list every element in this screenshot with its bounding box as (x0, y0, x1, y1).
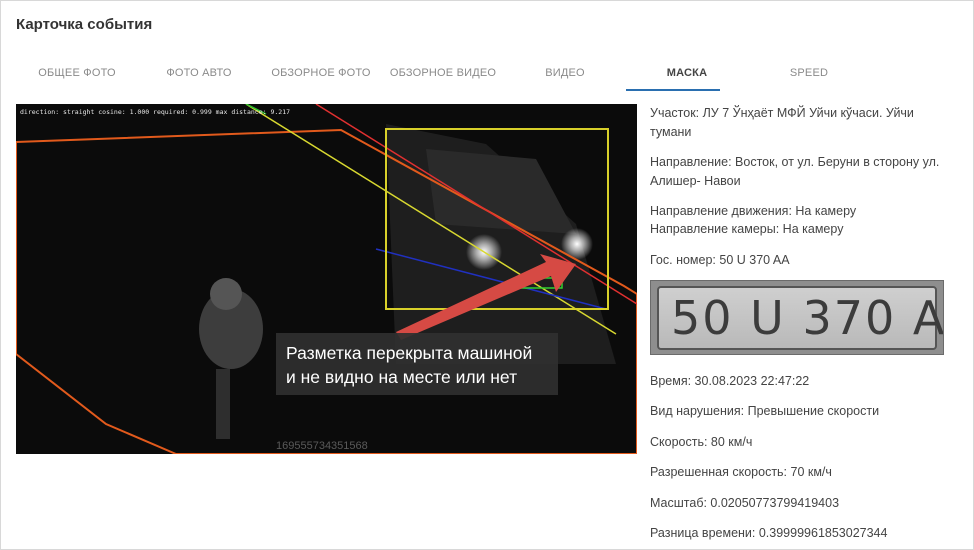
section-line-1: Участок: ЛУ 7 Ўнҳаёт МФЙ Уйчи кўчаси. Уй… (650, 106, 914, 120)
frame-timestamp: 169555734351568 (276, 440, 368, 452)
plate-frame: 50 U 370 AA (657, 286, 943, 350)
camera-direction: Направление камеры: На камеру (650, 222, 844, 236)
section-line-2: тумани (650, 125, 692, 139)
headlight-right (561, 228, 593, 260)
violation-type: Вид нарушения: Превышение скорости (650, 404, 880, 418)
time-difference: Разница времени: 0.39999961853027344 (650, 526, 888, 540)
page-title: Карточка события (16, 16, 153, 33)
active-tab-indicator (626, 89, 720, 91)
speed-value: Скорость: 80 км/ч (650, 435, 753, 449)
plate-image-text: 50 U 370 AA (671, 291, 943, 345)
annotation-callout: Разметка перекрыта машиной и не видно на… (276, 333, 558, 395)
cyclist-legs-shape (216, 369, 230, 439)
direction-line-1: Направление: Восток, от ул. Беруни в сто… (650, 155, 940, 169)
tab-overview-photo[interactable]: ОБЗОРНОЕ ФОТО (262, 56, 380, 90)
scale-value: Масштаб: 0.02050773799419403 (650, 496, 840, 510)
movement-direction: Направление движения: На камеру (650, 204, 857, 218)
plate-number: Гос. номер: 50 U 370 AA (650, 253, 790, 267)
tab-speed[interactable]: SPEED (750, 56, 868, 90)
allowed-speed: Разрешенная скорость: 70 км/ч (650, 465, 832, 479)
callout-line-1: Разметка перекрыта машиной (286, 343, 533, 363)
tab-overview-video[interactable]: ОБЗОРНОЕ ВИДЕО (384, 56, 502, 90)
event-time: Время: 30.08.2023 22:47:22 (650, 374, 810, 388)
tab-car-photo[interactable]: ФОТО АВТО (140, 56, 258, 90)
callout-line-2: и не видно на месте или нет (286, 367, 518, 387)
detection-info-text: direction: straight cosine: 1.000 requir… (20, 108, 291, 116)
tab-video[interactable]: ВИДЕО (506, 56, 624, 90)
mask-photo: direction: straight cosine: 1.000 requir… (16, 104, 637, 454)
cyclist-head-shape (210, 278, 242, 310)
tab-general-photo[interactable]: ОБЩЕЕ ФОТО (18, 56, 136, 90)
direction-line-2: Алишер- Навои (650, 174, 741, 188)
plate-image: 50 U 370 AA (650, 280, 944, 355)
tab-bar: ОБЩЕЕ ФОТО ФОТО АВТО ОБЗОРНОЕ ФОТО ОБЗОР… (0, 56, 974, 92)
mask-overlay (16, 104, 637, 454)
tab-mask[interactable]: МАСКА (626, 56, 748, 90)
